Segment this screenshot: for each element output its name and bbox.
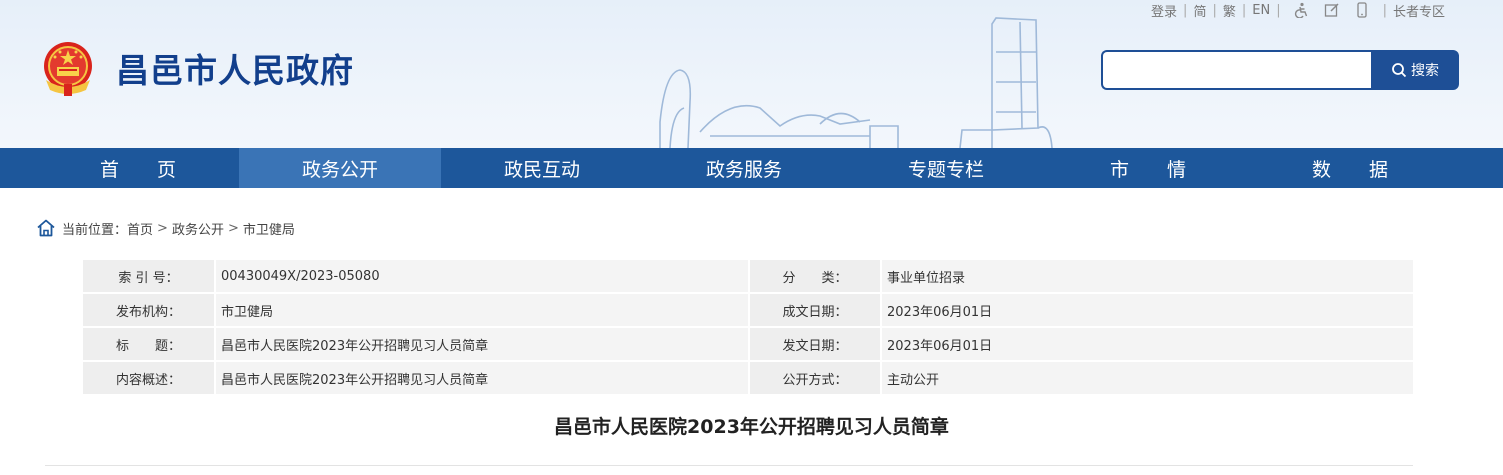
- divider: |: [1276, 2, 1281, 18]
- title-value: 昌邑市人民医院2023年公开招聘见习人员简章: [216, 328, 748, 360]
- category-value: 事业单位招录: [882, 260, 1413, 292]
- article-title: 昌邑市人民医院2023年公开招聘见习人员简章: [554, 416, 949, 438]
- divider: [45, 465, 1413, 466]
- traditional-chinese-link[interactable]: 繁: [1223, 1, 1236, 20]
- breadcrumb-separator: >: [157, 220, 168, 236]
- document-info-table: 索 引 号： 00430049X/2023-05080 分 类： 事业单位招录 …: [83, 260, 1413, 396]
- login-link[interactable]: 登录: [1151, 1, 1177, 20]
- title-label: 标 题：: [83, 328, 214, 360]
- search-button-label: 搜索: [1411, 62, 1439, 78]
- written-date-value: 2023年06月01日: [882, 294, 1413, 326]
- nav-item-special-topics[interactable]: 专题专栏: [845, 148, 1047, 188]
- simplified-chinese-link[interactable]: 简: [1193, 1, 1206, 20]
- table-row: 内容概述： 昌邑市人民医院2023年公开招聘见习人员简章 公开方式： 主动公开: [83, 362, 1413, 394]
- search-box: 搜索: [1101, 50, 1459, 90]
- breadcrumb-government-affairs-link[interactable]: 政务公开: [172, 219, 224, 238]
- divider: |: [1241, 2, 1247, 18]
- city-skyline-illustration: [659, 17, 1053, 148]
- index-number-value: 00430049X/2023-05080: [216, 260, 748, 292]
- english-link[interactable]: EN: [1252, 3, 1270, 18]
- divider: |: [1212, 2, 1217, 18]
- disclosure-method-label: 公开方式：: [750, 362, 880, 394]
- nav-item-government-services[interactable]: 政务服务: [643, 148, 845, 188]
- nav-item-public-interaction[interactable]: 政民互动: [441, 148, 643, 188]
- top-utility-links: 登录 | 简 | 繁 | EN | | 长者专区: [1151, 0, 1445, 20]
- accessibility-icon[interactable]: [1293, 1, 1311, 19]
- search-icon: [1392, 63, 1407, 78]
- edit-icon[interactable]: [1323, 1, 1341, 19]
- breadcrumb-health-bureau-link[interactable]: 市卫健局: [243, 219, 295, 238]
- category-label: 分 类：: [750, 260, 880, 292]
- home-icon: [37, 219, 55, 237]
- nav-item-government-affairs[interactable]: 政务公开: [239, 148, 441, 188]
- index-number-label: 索 引 号：: [83, 260, 214, 292]
- search-input[interactable]: [1101, 50, 1371, 90]
- table-row: 索 引 号： 00430049X/2023-05080 分 类： 事业单位招录: [83, 260, 1413, 292]
- nav-item-home[interactable]: 首 页: [37, 148, 239, 188]
- site-header: 昌邑市人民政府 登录 | 简 | 繁 | EN | | 长者专区 搜索: [0, 0, 1503, 148]
- table-row: 发布机构： 市卫健局 成文日期： 2023年06月01日: [83, 294, 1413, 326]
- nav-item-city-overview[interactable]: 市 情: [1047, 148, 1249, 188]
- breadcrumb-home-link[interactable]: 首页: [127, 219, 153, 238]
- publisher-value: 市卫健局: [216, 294, 748, 326]
- divider: |: [1382, 2, 1387, 18]
- divider: |: [1183, 2, 1188, 18]
- written-date-label: 成文日期：: [750, 294, 880, 326]
- table-row: 标 题： 昌邑市人民医院2023年公开招聘见习人员简章 发文日期： 2023年0…: [83, 328, 1413, 360]
- disclosure-method-value: 主动公开: [882, 362, 1413, 394]
- search-button[interactable]: 搜索: [1371, 50, 1459, 90]
- elder-mode-link[interactable]: 长者专区: [1393, 1, 1445, 20]
- mobile-icon[interactable]: [1353, 1, 1371, 19]
- breadcrumb-prefix: 当前位置：: [62, 222, 128, 238]
- summary-label: 内容概述：: [83, 362, 214, 394]
- issue-date-value: 2023年06月01日: [882, 328, 1413, 360]
- publisher-label: 发布机构：: [83, 294, 214, 326]
- nav-item-data[interactable]: 数 据: [1249, 148, 1451, 188]
- main-nav: 首 页 政务公开 政民互动 政务服务 专题专栏 市 情 数 据: [0, 148, 1503, 188]
- breadcrumb-separator: >: [227, 220, 239, 236]
- issue-date-label: 发文日期：: [750, 328, 880, 360]
- breadcrumb: 当前位置： 首页 > 政务公开 > 市卫健局: [36, 218, 295, 238]
- national-emblem-icon[interactable]: [40, 40, 96, 98]
- summary-value: 昌邑市人民医院2023年公开招聘见习人员简章: [216, 362, 748, 394]
- site-title[interactable]: 昌邑市人民政府: [116, 48, 354, 94]
